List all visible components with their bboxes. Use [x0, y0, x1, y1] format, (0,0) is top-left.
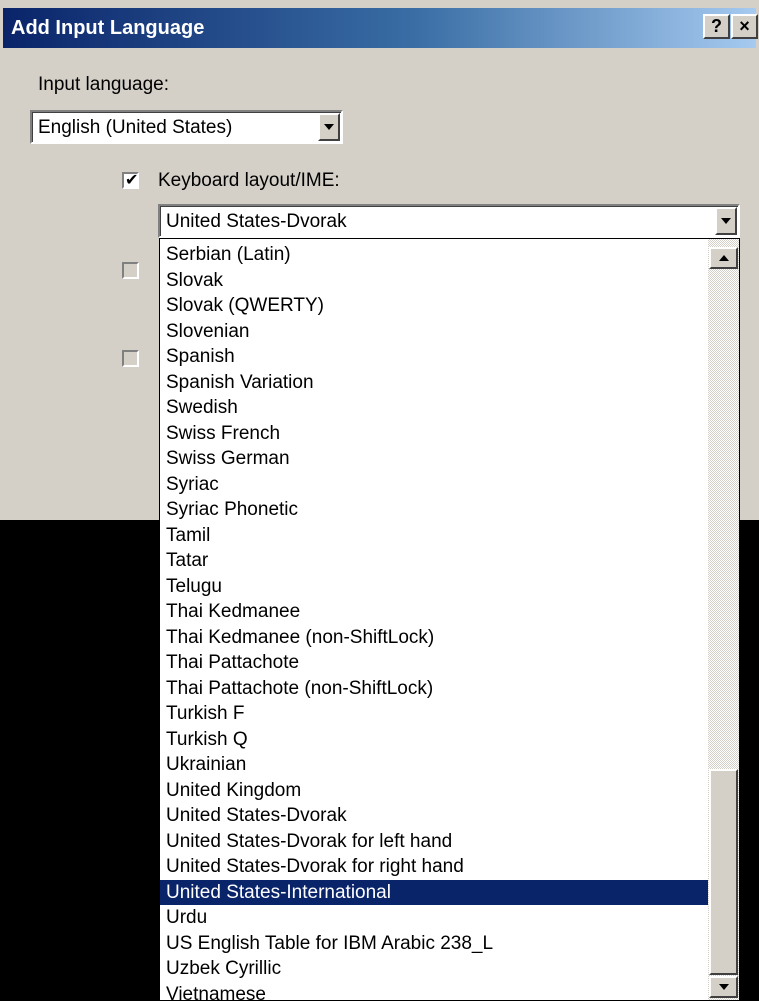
list-item[interactable]: Syriac Phonetic	[160, 497, 708, 523]
dialog-title: Add Input Language	[11, 17, 205, 39]
list-item[interactable]: United States-Dvorak	[160, 803, 708, 829]
list-item[interactable]: Tamil	[160, 523, 708, 549]
list-item[interactable]: Turkish Q	[160, 727, 708, 753]
list-item[interactable]: United States-Dvorak for left hand	[160, 829, 708, 855]
list-item[interactable]: Thai Kedmanee	[160, 599, 708, 625]
list-item[interactable]: Swiss German	[160, 446, 708, 472]
input-language-label: Input language:	[38, 74, 170, 95]
list-item[interactable]: Slovak (QWERTY)	[160, 293, 708, 319]
keyboard-layout-label: Keyboard layout/IME:	[158, 170, 340, 191]
list-item[interactable]: Slovak	[160, 268, 708, 294]
list-item[interactable]: Serbian (Latin)	[160, 242, 708, 268]
close-button[interactable]: ×	[731, 14, 758, 39]
chevron-down-icon	[718, 984, 729, 990]
list-item[interactable]: Urdu	[160, 905, 708, 931]
scroll-thumb[interactable]	[709, 769, 738, 975]
list-item[interactable]: Swiss French	[160, 421, 708, 447]
list-item[interactable]: Vietnamese	[160, 982, 708, 1001]
layout-list: Serbian (Latin) Slovak Slovak (QWERTY) Slov…	[160, 242, 708, 1001]
input-language-combo[interactable]: English (United States)	[30, 110, 343, 144]
list-item[interactable]: US English Table for IBM Arabic 238_L	[160, 931, 708, 957]
list-item[interactable]: Slovenian	[160, 319, 708, 345]
list-item[interactable]: United Kingdom	[160, 778, 708, 804]
list-item[interactable]: United States-International	[160, 879, 708, 905]
keyboard-layout-combo[interactable]: United States-Dvorak	[158, 204, 740, 238]
list-item[interactable]: Uzbek Cyrillic	[160, 956, 708, 982]
checkmark-icon: ✔	[125, 170, 139, 189]
screen: Add Input Language ? × Input language: E…	[0, 0, 759, 1001]
list-item[interactable]: Telugu	[160, 574, 708, 600]
list-item[interactable]: Syriac	[160, 472, 708, 498]
disabled-checkbox[interactable]	[122, 262, 139, 279]
keyboard-layout-value: United States-Dvorak	[166, 211, 347, 232]
list-item[interactable]: Spanish Variation	[160, 370, 708, 396]
list-item[interactable]: Thai Kedmanee (non-ShiftLock)	[160, 625, 708, 651]
list-item[interactable]: Ukrainian	[160, 752, 708, 778]
scroll-up-button[interactable]	[709, 247, 738, 269]
list-item[interactable]: Thai Pattachote	[160, 650, 708, 676]
keyboard-layout-checkbox[interactable]: ✔	[122, 170, 139, 189]
keyboard-layout-dropdown-button[interactable]	[715, 207, 737, 235]
input-language-value: English (United States)	[38, 117, 233, 138]
chevron-down-icon	[324, 124, 334, 130]
list-item[interactable]: Tatar	[160, 548, 708, 574]
list-item[interactable]: United States-Dvorak for right hand	[160, 854, 708, 880]
keyboard-layout-dropdown-list[interactable]: Serbian (Latin) Slovak Slovak (QWERTY) Slov…	[159, 238, 740, 1001]
disabled-checkbox[interactable]	[122, 350, 139, 367]
chevron-down-icon	[721, 218, 731, 224]
title-bar[interactable]: Add Input Language ? ×	[3, 8, 758, 48]
chevron-up-icon	[718, 255, 729, 261]
help-button[interactable]: ?	[703, 14, 730, 39]
scroll-down-button[interactable]	[709, 976, 738, 998]
list-item[interactable]: Spanish	[160, 344, 708, 370]
vertical-scrollbar[interactable]	[708, 239, 739, 1000]
list-item[interactable]: Thai Pattachote (non-ShiftLock)	[160, 676, 708, 702]
list-item[interactable]: Swedish	[160, 395, 708, 421]
input-language-dropdown-button[interactable]	[318, 113, 340, 141]
list-item[interactable]: Turkish F	[160, 701, 708, 727]
